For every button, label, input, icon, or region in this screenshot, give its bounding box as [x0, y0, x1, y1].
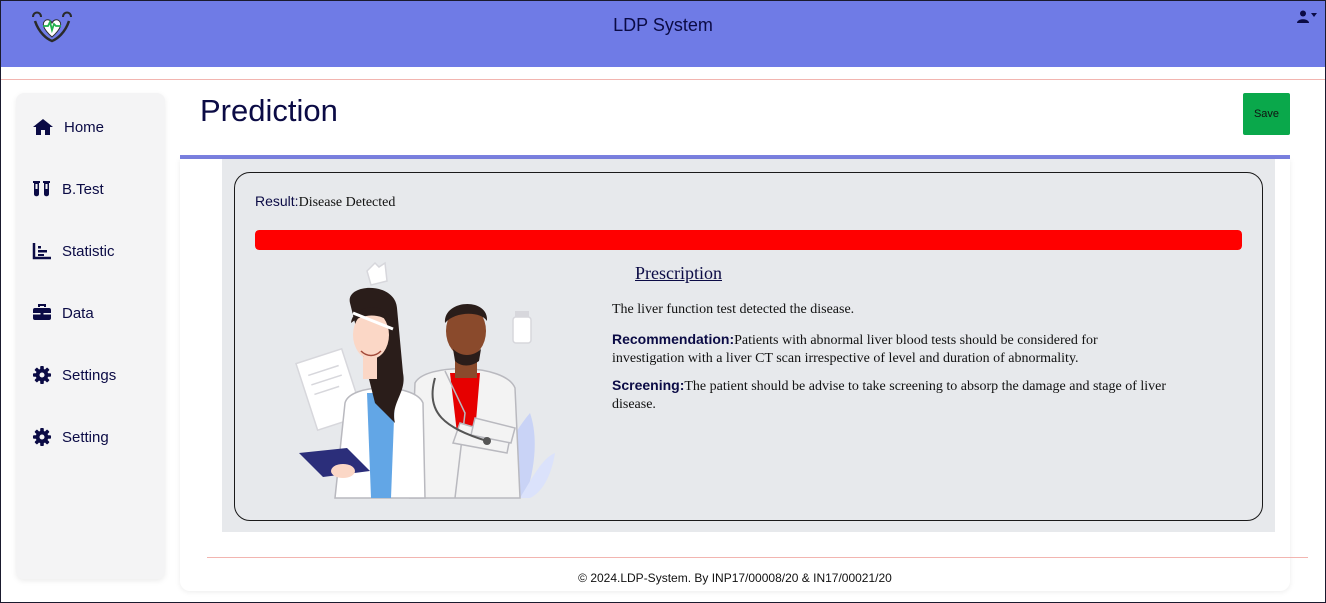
chart-icon [32, 243, 51, 260]
prescription-title: Prescription [635, 263, 722, 283]
sidebar-item-label: Settings [62, 366, 117, 384]
sidebar-item-setting[interactable]: Setting [32, 428, 109, 446]
result-box: Result:Disease Detected Prescription The… [234, 172, 1263, 521]
sidebar-item-label: Data [62, 304, 94, 322]
caret-down-icon [1311, 12, 1317, 17]
screening-paragraph: Screening:The patient should be advise t… [612, 376, 1172, 414]
gear-icon [33, 428, 51, 446]
recommendation-label: Recommendation: [612, 331, 735, 347]
recommendation-paragraph: Recommendation:Patients with abnormal li… [612, 330, 1172, 368]
risk-progress-bar [255, 230, 1242, 250]
gear-icon [33, 366, 51, 384]
save-button[interactable]: Save [1243, 93, 1290, 135]
screening-text: The patient should be advise to take scr… [612, 379, 1167, 412]
sidebar-item-label: B.Test [62, 180, 104, 198]
result-line: Result:Disease Detected [255, 193, 395, 211]
result-panel: Result:Disease Detected Prescription The… [222, 159, 1275, 532]
sidebar-item-label: Setting [62, 428, 109, 446]
sidebar-item-settings[interactable]: Settings [32, 366, 116, 384]
user-icon [1297, 10, 1309, 23]
footer-copyright: © 2024.LDP-System. By INP17/00008/20 & I… [578, 571, 892, 585]
app-title: LDP System [613, 15, 713, 35]
home-icon [33, 119, 53, 135]
sidebar-item-label: Home [64, 118, 105, 136]
sidebar-item-statistic[interactable]: Statistic [32, 242, 115, 260]
prescription-intro: The liver function test detected the dis… [612, 302, 855, 317]
sidebar: Home B.Test Statistic Data Settings Sett… [16, 93, 165, 579]
footer-divider [207, 557, 1308, 558]
header-divider [1, 79, 1325, 80]
prediction-card: Result:Disease Detected Prescription The… [180, 159, 1290, 591]
top-navbar: LDP System [1, 1, 1325, 67]
page-title: Prediction [200, 93, 338, 128]
test-tubes-icon [33, 181, 50, 197]
risk-progress-fill [255, 230, 1242, 250]
screening-label: Screening: [612, 377, 685, 393]
result-value: Disease Detected [298, 195, 396, 210]
sidebar-item-btest[interactable]: B.Test [32, 180, 104, 198]
result-label: Result: [255, 193, 299, 209]
doctors-illustration [295, 261, 555, 499]
sidebar-item-home[interactable]: Home [32, 118, 104, 136]
sidebar-item-data[interactable]: Data [32, 304, 94, 322]
sidebar-item-label: Statistic [62, 242, 115, 260]
briefcase-icon [33, 304, 51, 320]
user-menu[interactable] [1297, 10, 1317, 23]
